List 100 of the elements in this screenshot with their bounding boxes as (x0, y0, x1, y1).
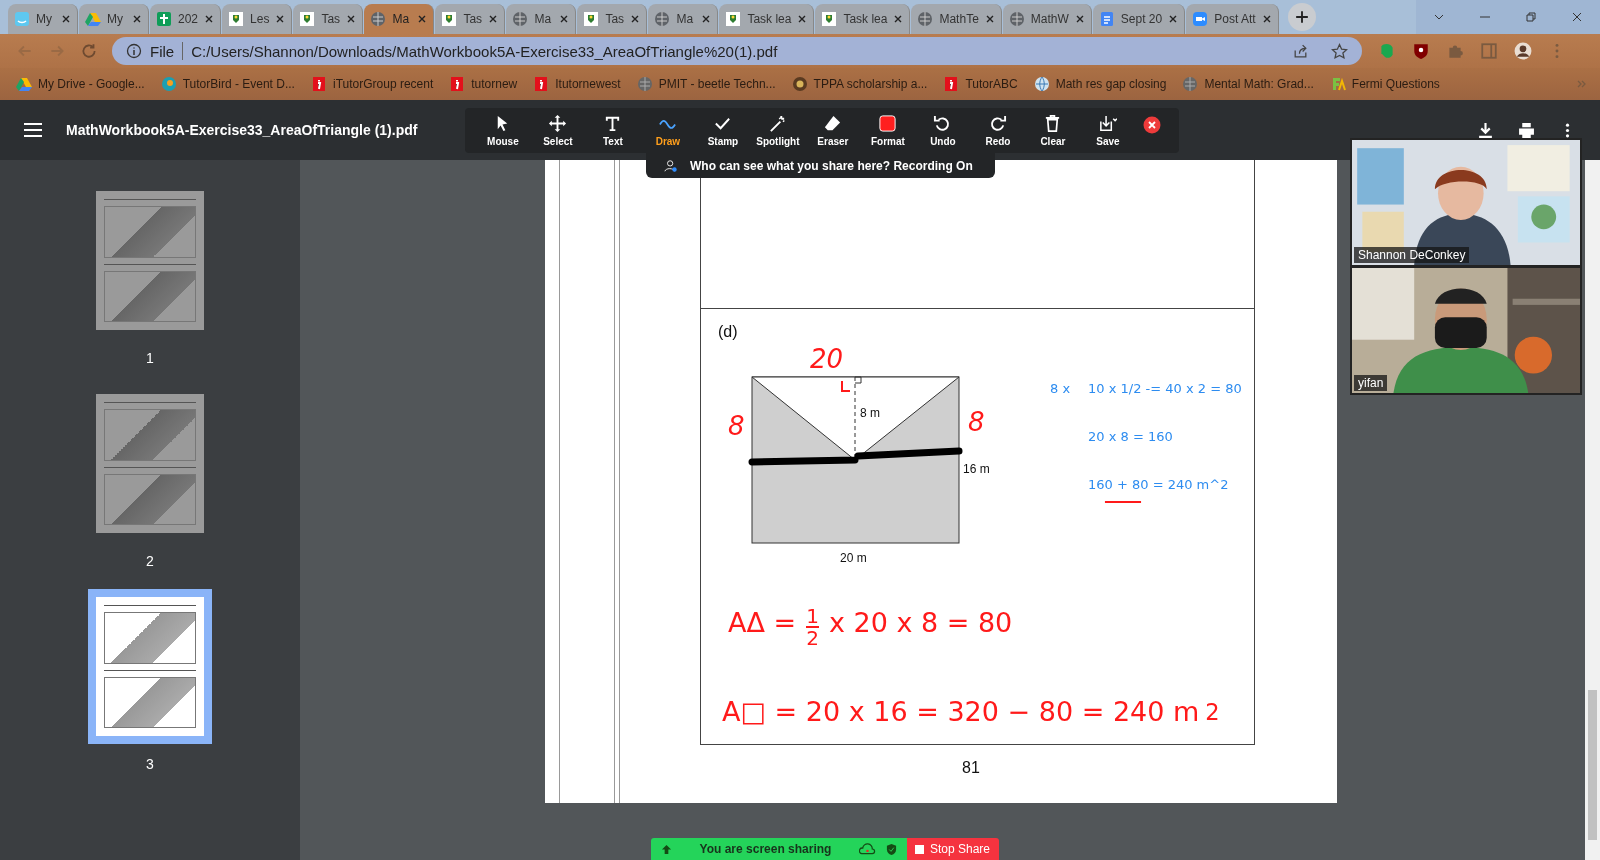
browser-tab[interactable]: Ma (364, 4, 435, 34)
toolbar-button[interactable]: Redo (970, 111, 1026, 149)
toolbar-button[interactable]: Mouse (475, 111, 531, 149)
address-bar[interactable]: File C:/Users/Shannon/Downloads/MathWorkbook5A-Exercise33_AreaOfTriangle%20(1).pdf (112, 37, 1362, 65)
globe-icon (1008, 11, 1025, 27)
browser-tab[interactable]: Tas (293, 4, 364, 34)
participant-name: yifan (1354, 375, 1388, 391)
browser-tab[interactable]: Post Att (1186, 4, 1279, 34)
recording-notice[interactable]: Who can see what you share here? Recording On (646, 153, 995, 178)
toolbar-button[interactable]: Undo (915, 111, 971, 149)
browser-tab[interactable]: MathW (1002, 4, 1092, 34)
browser-tab[interactable]: Les (222, 4, 293, 34)
print-icon[interactable] (1518, 121, 1535, 139)
browser-tab[interactable]: My (8, 4, 78, 34)
avatar-icon[interactable] (1514, 42, 1532, 60)
close-icon[interactable] (797, 14, 808, 24)
question-label: (d) (718, 323, 739, 341)
star-icon[interactable] (1331, 42, 1348, 60)
browser-tab[interactable]: Task lea (815, 4, 911, 34)
globe-icon (636, 76, 653, 92)
close-icon[interactable] (1168, 14, 1179, 24)
bookmark[interactable]: Mental Math: Grad... (1182, 76, 1314, 92)
arrow-icon[interactable] (661, 843, 672, 855)
bookmark[interactable]: TPPA scholarship a... (791, 76, 928, 92)
bookmark[interactable]: My Drive - Google... (16, 76, 145, 92)
close-icon[interactable] (1143, 116, 1162, 134)
close-icon[interactable] (893, 14, 904, 24)
stop-share-button[interactable]: Stop Share (907, 838, 999, 860)
crest-icon (583, 11, 600, 27)
bookmark[interactable]: tutornew (449, 76, 518, 92)
page-number: 1 (146, 350, 154, 366)
tab-title: Ma (392, 12, 411, 26)
close-icon[interactable] (275, 14, 286, 24)
close-icon[interactable] (1261, 14, 1272, 24)
toolbar-button[interactable]: Save (1080, 111, 1136, 149)
stop-icon (915, 844, 924, 854)
browser-tab[interactable]: Task lea (719, 4, 815, 34)
bookmark[interactable]: Math res gap closing (1033, 76, 1167, 92)
close-icon[interactable] (984, 14, 995, 24)
tab-title: Les (250, 12, 270, 26)
close-icon[interactable] (1074, 14, 1085, 24)
crest-icon (791, 76, 808, 92)
tab-title: MathTe (939, 12, 979, 26)
bookmark[interactable]: TutorBird - Event D... (160, 76, 295, 92)
toolbar-button[interactable]: Format (860, 111, 916, 149)
browser-tab[interactable]: Sept 20 (1092, 4, 1186, 34)
toolbar-button[interactable]: Select (530, 111, 586, 149)
browser-tab[interactable]: Tas (577, 4, 648, 34)
letter-i-icon (943, 76, 960, 92)
browser-tab[interactable]: Tas (435, 4, 506, 34)
toolbar-button[interactable]: Clear (1025, 111, 1081, 149)
redo-icon (988, 113, 1008, 133)
close-icon[interactable] (132, 14, 142, 24)
crest-icon (441, 11, 458, 27)
browser-tab[interactable]: MathTe (911, 4, 1002, 34)
globe-icon (1033, 76, 1050, 92)
typed-note: 160 + 80 = 240 m^2 (1088, 477, 1229, 492)
new-tab-button[interactable] (1287, 3, 1316, 31)
download-icon[interactable] (1477, 121, 1494, 139)
scrollbar-thumb[interactable] (1588, 690, 1597, 840)
close-icon[interactable] (701, 14, 712, 24)
toolbar-button[interactable]: Draw (640, 111, 696, 149)
close-icon[interactable] (204, 14, 215, 24)
close-icon[interactable] (559, 14, 570, 24)
share-icon[interactable] (1292, 42, 1309, 60)
cloud-icon[interactable] (859, 843, 876, 855)
close-icon[interactable] (61, 14, 71, 24)
toolbar-button[interactable]: Stamp (695, 111, 751, 149)
plus-icon (1294, 10, 1309, 24)
bookmark[interactable]: Fermi Questions (1329, 76, 1440, 92)
toolbar-button[interactable]: Spotlight (750, 111, 806, 149)
toolbar-button[interactable]: Text (585, 111, 641, 149)
close-icon[interactable] (630, 14, 641, 24)
tab-title: Tas (321, 12, 341, 26)
close-icon[interactable] (346, 14, 357, 24)
crest-icon (228, 11, 245, 27)
info-icon[interactable] (126, 43, 142, 59)
close-icon[interactable] (488, 14, 499, 24)
browser-tab[interactable]: Ma (648, 4, 719, 34)
browser-tab[interactable]: Ma (506, 4, 577, 34)
page-thumbnail[interactable] (88, 589, 212, 744)
typed-note: 10 x 1/2 -= 40 x 2 = 80 (1088, 381, 1242, 396)
menu-icon[interactable] (24, 123, 42, 137)
shield-icon[interactable] (1412, 42, 1430, 60)
bookmark[interactable]: PMIT - beetle Techn... (636, 76, 776, 92)
browser-tab[interactable]: 202 (150, 4, 222, 34)
tab-title: Ma (534, 12, 553, 26)
tab-title: MathW (1030, 12, 1069, 26)
shield-icon[interactable] (886, 842, 897, 856)
toolbar-button[interactable]: Eraser (805, 111, 861, 149)
bookmark[interactable]: TutorABC (943, 76, 1018, 92)
letter-i-icon (449, 76, 466, 92)
crest-icon (725, 11, 742, 27)
bookmark[interactable]: Itutornewest (533, 76, 621, 92)
browser-tab[interactable]: My (79, 4, 149, 34)
file-label: File (150, 42, 175, 60)
participant-name: Shannon DeConkey (1354, 247, 1470, 263)
bookmark[interactable]: iTutorGroup recent (310, 76, 434, 92)
handwritten-number: 8 (728, 411, 745, 441)
document-icon (1098, 11, 1115, 27)
